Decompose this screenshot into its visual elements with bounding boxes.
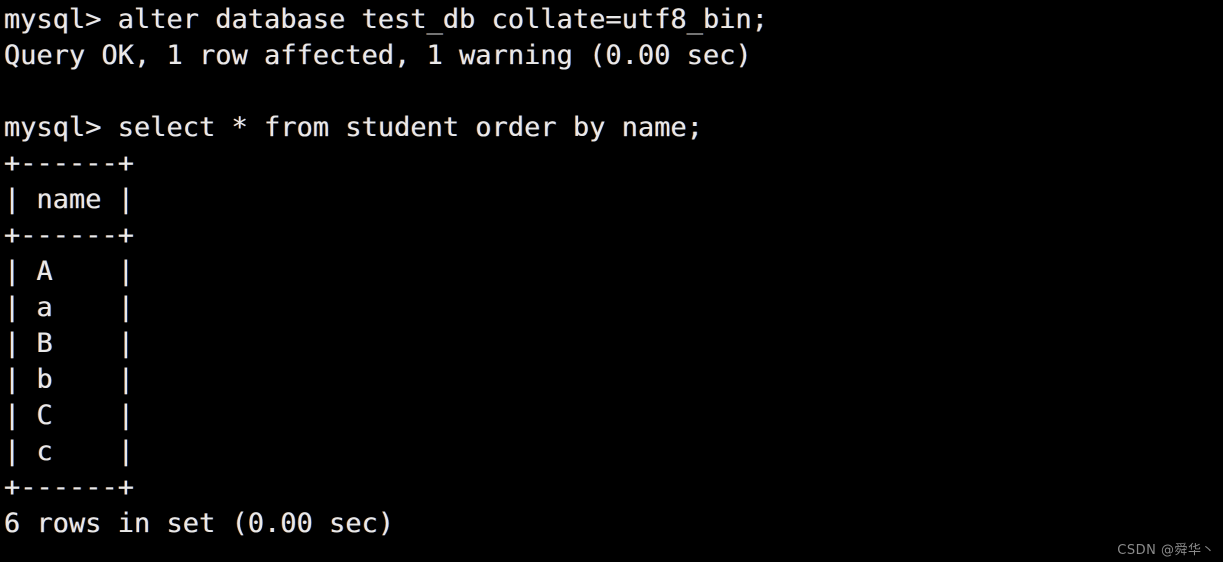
table-row: | a | [4,292,135,323]
terminal-output-area[interactable]: mysql> alter database test_db collate=ut… [0,0,1223,542]
terminal-line-prompt-select: mysql> select * from student order by na… [4,112,703,143]
terminal-line-result-alter: Query OK, 1 row affected, 1 warning (0.0… [4,40,752,71]
terminal-line-table-header-border: +------+ [4,220,135,251]
table-row: | C | [4,400,135,431]
table-row: | b | [4,364,135,395]
table-row: | A | [4,256,135,287]
table-row: | c | [4,436,135,467]
table-row: | B | [4,328,135,359]
terminal-line-result-select: 6 rows in set (0.00 sec) [4,508,395,539]
csdn-watermark: CSDN @舜华丶 [1117,543,1215,558]
terminal-window[interactable]: mysql> alter database test_db collate=ut… [0,0,1223,562]
terminal-line-table-top-border: +------+ [4,148,135,179]
terminal-line-prompt-alter: mysql> alter database test_db collate=ut… [4,4,769,35]
terminal-line-table-header-row: | name | [4,184,135,215]
terminal-line-table-bottom-border: +------+ [4,472,135,503]
